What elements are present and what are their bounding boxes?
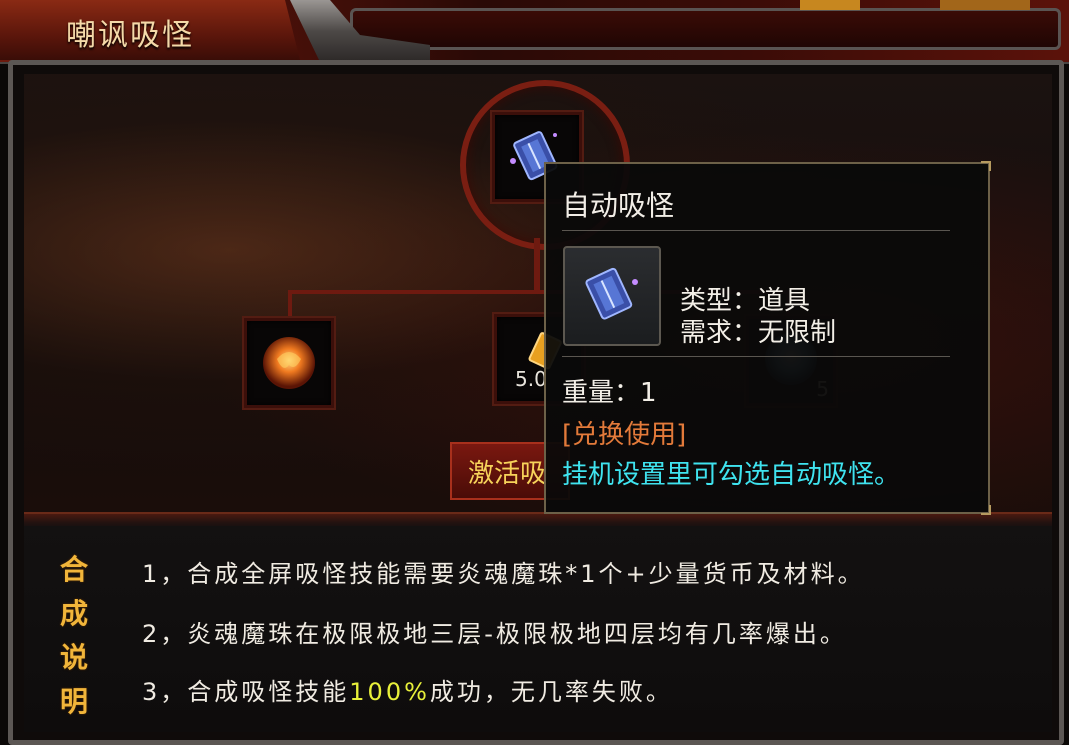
tooltip-title: 自动吸怪 [562,189,675,222]
label-char: 合 [59,553,88,586]
label-char: 成 [59,597,88,630]
material-slot-flame-orb[interactable] [242,316,336,410]
item-tooltip: 自动吸怪 类型：道具 需求：无限制 重量：1 [兑换使用] 挂机设置里可勾选自动… [544,161,991,515]
synthesis-label: 合 成 说 明 [52,548,96,724]
header-gold-trim [800,0,860,10]
header-bar: 嘲讽吸怪 [0,0,1069,64]
tooltip-item-icon [563,246,661,346]
tooltip-corner [981,161,991,171]
tooltip-divider [562,230,950,231]
tree-branch-left [288,290,292,318]
item-count: 5.0 [515,367,547,391]
flame-orb-icon [263,337,315,389]
tooltip-divider [562,356,950,357]
exchange-use-link[interactable]: [兑换使用] [562,414,686,451]
label-char: 说 [59,641,88,674]
line3-suffix: 成功，无几率失败。 [429,678,673,706]
spellbook-icon [585,267,638,320]
description-line-1: 1，合成全屏吸怪技能需要炎魂魔珠*1个+少量货币及材料。 [142,560,865,588]
game-window: 嘲讽吸怪 5.0 激活吸 自动吸怪 类型：道具 需求：无限制 重量：1 [兑换使… [0,0,1069,745]
label-char: 明 [59,685,88,718]
header-gold-trim [940,0,1030,10]
item-requirement: 需求：无限制 [680,318,837,348]
item-weight: 重量：1 [562,378,657,408]
window-title: 嘲讽吸怪 [66,18,194,53]
line3-prefix: 3，合成吸怪技能 [142,678,350,706]
description-line-3: 3，合成吸怪技能100%成功，无几率失败。 [142,672,673,707]
tree-stem [534,238,540,290]
tooltip-corner [981,505,991,515]
description-line-2: 2，炎魂魔珠在极限极地三层-极限极地四层均有几率爆出。 [142,620,847,648]
header-frame [350,8,1061,50]
success-rate: 100% [349,678,430,706]
item-description: 挂机设置里可勾选自动吸怪。 [562,460,901,490]
